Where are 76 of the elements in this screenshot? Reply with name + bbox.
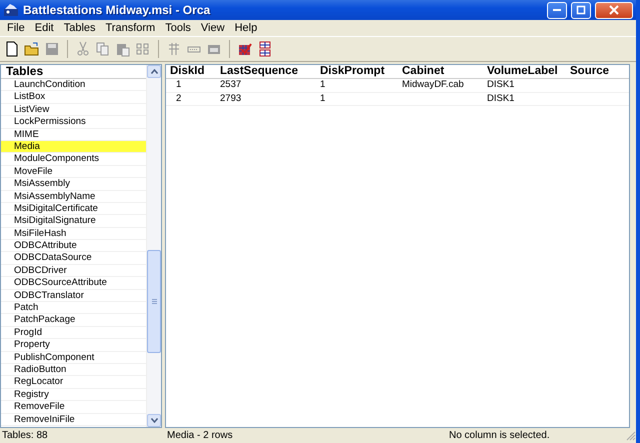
menu-item[interactable]: Help [230,22,262,34]
table-list-item[interactable]: PublishComponent [1,352,146,364]
copy-icon[interactable] [95,41,111,57]
table-cell-text: DISK1 [486,79,516,92]
table-cell-text: 1 [175,79,182,92]
maximize-button[interactable] [571,2,591,18]
table-list-item[interactable]: LaunchCondition [1,79,146,92]
menu-item[interactable]: View [196,22,230,34]
list-heading: Tables [1,65,146,79]
menu-item[interactable]: Transform [100,22,160,34]
table-list-item[interactable]: MsiAssemblyName [1,190,146,203]
resize-grip-icon [626,430,636,440]
minimize-icon [553,9,561,11]
column-header[interactable]: Source [566,65,616,78]
minimize-button[interactable] [547,2,567,18]
table-cell-text: 2793 [219,92,242,106]
scroll-down-icon [150,418,158,423]
column-header[interactable]: LastSequence [216,65,316,78]
column-header[interactable]: Cabinet [398,65,483,78]
table-list-item[interactable]: RadioButton [1,364,146,376]
status-text: No column is selected. [449,430,551,441]
table-list-item[interactable]: Media [1,140,146,154]
table-list-item[interactable]: MoveFile [1,166,146,178]
table-list-item[interactable]: Registry [1,388,146,402]
menu-item[interactable]: Tables [58,22,100,34]
table-cell-text: 1 [319,92,326,106]
table-list-item[interactable]: ProgId [1,326,146,340]
table-list-item[interactable]: ODBCTranslator [1,290,146,302]
close-icon [609,5,619,15]
grip-icon [152,299,156,304]
table-list-item[interactable]: ODBCAttribute [1,240,146,252]
window-title: Battlestations Midway.msi - Orca [23,3,212,17]
table-list-item[interactable]: Patch [1,302,146,314]
table-cell-text: 2537 [219,79,242,92]
table-list-item[interactable]: ListView [1,104,146,116]
table-list-item[interactable]: RemoveIniFile [1,414,146,426]
app-icon [3,3,19,17]
column-header[interactable]: DiskPrompt [316,65,398,78]
table-list-item[interactable]: MsiDigitalSignature [1,215,146,228]
table-list-item[interactable]: ODBCDataSource [1,252,146,265]
table-list-item[interactable]: RemoveFile [1,401,146,414]
scrollbar[interactable] [146,65,161,427]
table-cell-text: 1 [319,79,326,92]
status-text: Media - 2 rows [167,430,234,441]
table-cell-text: 2 [175,92,182,106]
merge-table-icon[interactable] [257,41,273,57]
table-list-item[interactable]: LockPermissions [1,116,146,129]
save-icon[interactable] [44,41,60,57]
column-header[interactable]: VolumeLabel [483,65,566,78]
add-row-icon[interactable] [166,41,182,57]
table-list-item[interactable]: ODBCDriver [1,264,146,278]
new-file-icon[interactable] [4,41,20,57]
table-list-item[interactable]: MsiFileHash [1,228,146,240]
open-folder-icon[interactable] [24,41,40,57]
menu-item[interactable]: Edit [30,22,59,34]
close-button[interactable] [595,2,633,18]
grid-icon[interactable] [135,41,151,57]
table-list-item[interactable]: ModuleComponents [1,153,146,166]
status-text: Tables: 88 [1,430,49,441]
table-list-item[interactable]: MsiAssembly [1,178,146,191]
table-cell-text: MidwayDF.cab [401,79,465,92]
menu-item[interactable]: Tools [160,22,196,34]
scroll-up-icon [150,69,158,74]
menu-item[interactable]: File [2,22,30,34]
table-list-item[interactable]: Property [1,339,146,352]
table-list-item[interactable]: MsiDigitalCertificate [1,202,146,216]
maximize-icon [576,5,586,15]
validate-icon[interactable] [237,41,253,57]
paste-icon[interactable] [115,41,131,57]
table-list-item[interactable]: PatchPackage [1,314,146,327]
table-list-item[interactable]: RegLocator [1,376,146,389]
table-list-item[interactable]: ODBCSourceAttribute [1,277,146,290]
table-list-item[interactable]: ListBox [1,91,146,104]
column-header[interactable]: DiskId [166,65,216,78]
cut-icon[interactable] [75,41,91,57]
table-cell-text: DISK1 [486,92,516,106]
